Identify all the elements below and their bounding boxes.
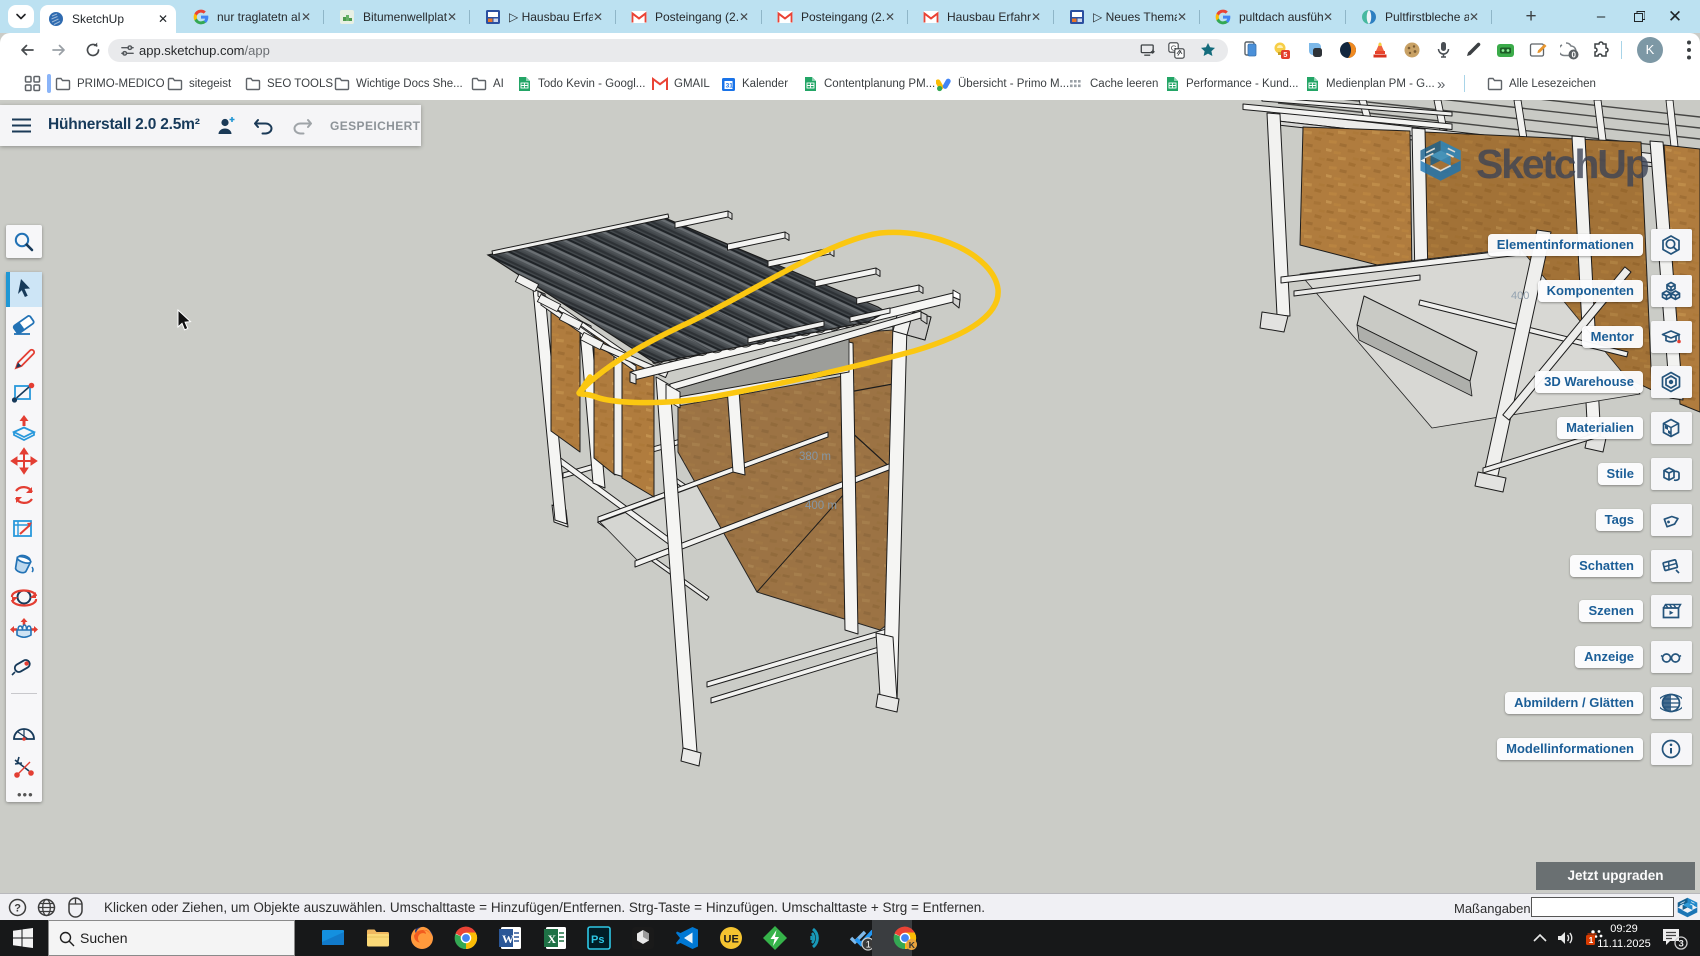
svg-text:0: 0: [1572, 51, 1577, 60]
svg-text:SketchUp: SketchUp: [1476, 141, 1649, 187]
svg-text:31: 31: [726, 82, 734, 89]
svg-text:K: K: [909, 940, 916, 950]
svg-text:X: X: [548, 932, 557, 946]
svg-text:W: W: [502, 932, 514, 946]
svg-text:3: 3: [1679, 939, 1684, 950]
svg-text:UE: UE: [724, 934, 739, 946]
svg-text:5: 5: [1283, 50, 1287, 59]
svg-text:1: 1: [866, 940, 871, 950]
svg-text:?: ?: [14, 903, 21, 915]
svg-text:Ps: Ps: [591, 934, 604, 946]
svg-text:380 m: 380 m: [799, 451, 831, 463]
svg-text:400: 400: [1511, 290, 1529, 302]
svg-text:400 m: 400 m: [805, 500, 837, 512]
